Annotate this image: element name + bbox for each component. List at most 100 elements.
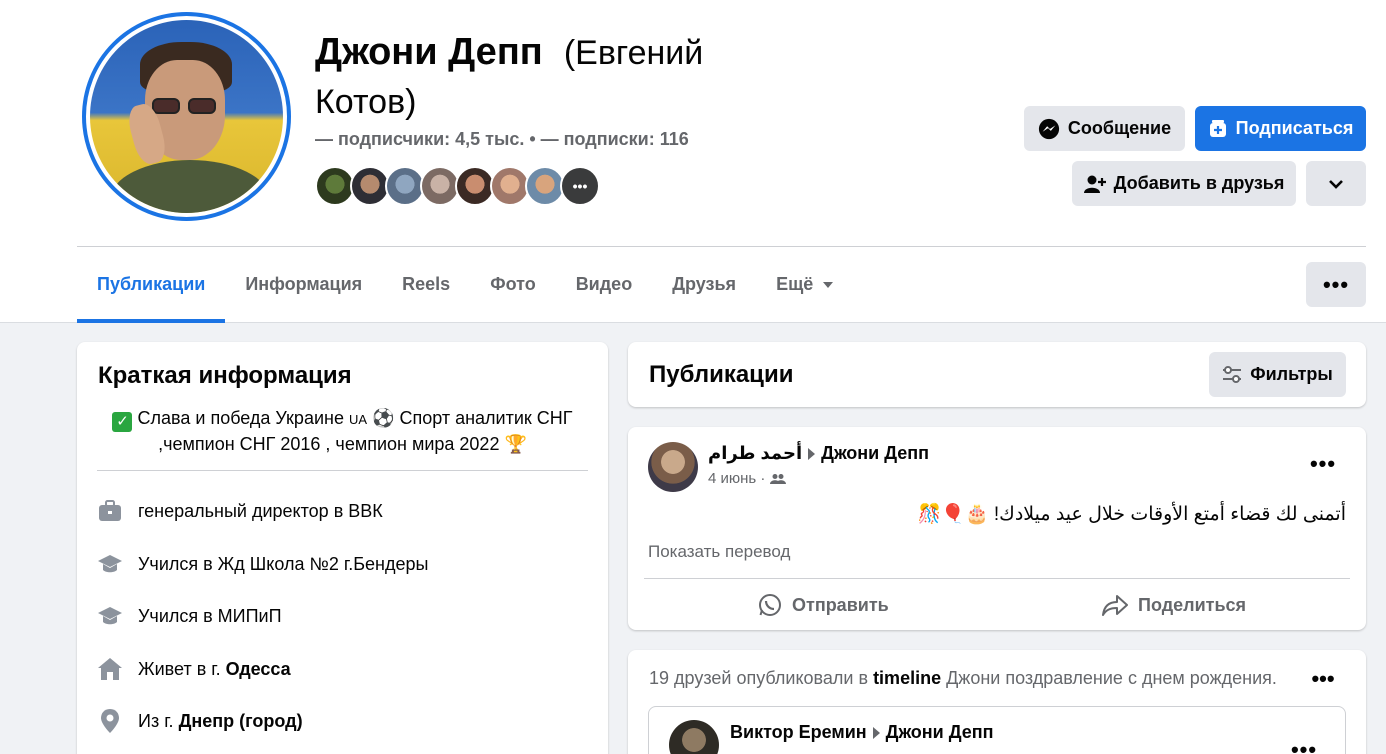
tab-friends[interactable]: Друзья xyxy=(652,247,756,322)
tab-label: Информация xyxy=(245,274,363,294)
tab-label: Reels xyxy=(402,274,451,294)
graduation-cap-icon xyxy=(97,551,123,577)
summary-suffix: Джони поздравление с днем рождения. xyxy=(941,668,1277,688)
bio-text-1b: ⚽ Спорт аналитик СНГ xyxy=(367,408,573,428)
briefcase-icon xyxy=(97,498,123,524)
add-friend-button[interactable]: Добавить в друзья xyxy=(1072,161,1296,206)
share-button-label: Поделиться xyxy=(1138,594,1247,615)
info-item-university: Учился в МИПиП xyxy=(97,601,282,631)
ellipsis-icon: ••• xyxy=(1322,271,1350,297)
subscribe-button[interactable]: Подписаться xyxy=(1195,106,1366,151)
intro-card: Краткая информация ✓ Слава и победа Укра… xyxy=(77,342,608,754)
info-item-text: генеральный директор в ВВК xyxy=(138,500,383,521)
caret-down-icon xyxy=(823,281,834,288)
show-translation-link[interactable]: Показать перевод xyxy=(648,542,790,562)
friends-audience-icon xyxy=(769,473,786,484)
friend-avatar[interactable] xyxy=(455,166,495,206)
post-author-name[interactable]: أحمد طرام xyxy=(708,443,802,464)
info-item-text: Учился в МИПиП xyxy=(138,605,282,626)
birthday-posts-card: 19 друзей опубликовали в timeline Джони … xyxy=(628,650,1366,754)
friend-avatars: ••• xyxy=(315,166,600,206)
bio-text-1: Слава и победа Украине xyxy=(137,408,349,428)
tab-more[interactable]: Ещё xyxy=(756,247,853,322)
info-item-lives-in: Живет в г. Одесса xyxy=(97,654,291,684)
tab-publications[interactable]: Публикации xyxy=(77,247,226,323)
friend-avatar[interactable] xyxy=(350,166,390,206)
friend-avatar[interactable] xyxy=(385,166,425,206)
post-date[interactable]: 4 июнь xyxy=(708,470,756,487)
info-item-text: Из г. xyxy=(138,710,174,731)
info-item-link[interactable]: Днепр (город) xyxy=(179,711,303,732)
more-options-button[interactable]: ••• xyxy=(1306,262,1366,307)
share-button[interactable]: Поделиться xyxy=(1102,587,1246,623)
post-meta: 4 июнь · xyxy=(708,470,786,487)
add-friend-button-label: Добавить в друзья xyxy=(1113,173,1285,193)
author-avatar[interactable] xyxy=(648,442,698,492)
share-arrow-icon xyxy=(1102,595,1128,616)
tab-label: Фото xyxy=(490,274,536,294)
info-item-text: Учился в Жд Школа №2 г.Бендеры xyxy=(138,553,429,574)
friend-avatar[interactable] xyxy=(490,166,530,206)
message-button-label: Сообщение xyxy=(1067,118,1172,138)
tab-label: Друзья xyxy=(672,274,737,294)
whatsapp-icon xyxy=(759,594,781,616)
timeline-link[interactable]: timeline xyxy=(873,668,941,688)
post-target-name[interactable]: Джони Депп xyxy=(821,443,929,464)
message-button[interactable]: Сообщение xyxy=(1024,106,1185,151)
filters-button[interactable]: Фильтры xyxy=(1209,352,1346,397)
send-button[interactable]: Отправить xyxy=(758,587,889,623)
info-item-text: Живет в г. xyxy=(138,658,221,679)
profile-name: Джони Депп (Евгений Котов) xyxy=(315,28,795,126)
chevron-down-icon xyxy=(1329,179,1343,189)
info-item-link[interactable]: Одесса xyxy=(226,659,291,680)
friend-avatar[interactable] xyxy=(420,166,460,206)
graduation-cap-icon xyxy=(97,603,123,629)
friend-avatar[interactable] xyxy=(315,166,355,206)
messenger-icon xyxy=(1038,118,1059,139)
profile-photo xyxy=(90,20,283,213)
intro-bio: ✓ Слава и победа Украине UA ⚽ Спорт анал… xyxy=(97,406,588,457)
post-target-name[interactable]: Джони Депп xyxy=(886,722,994,743)
card-options-icon[interactable]: ••• xyxy=(1303,664,1343,694)
bio-text-2: ,чемпион СНГ 2016 , чемпион мира 2022 🏆 xyxy=(158,434,527,454)
tab-reels[interactable]: Reels xyxy=(382,247,470,322)
post-card: أحمد طرام Джони Депп 4 июнь · ••• أتمنى … xyxy=(628,427,1366,630)
info-item-from: Из г. Днепр (город) xyxy=(97,706,303,736)
summary-prefix: 19 друзей опубликовали в xyxy=(649,668,874,688)
publications-title: Публикации xyxy=(649,361,794,388)
info-item-work: генеральный директор в ВВК xyxy=(97,496,383,526)
follower-stats[interactable]: — подписчики: 4,5 тыс. • — подписки: 116 xyxy=(315,129,689,150)
check-mark-icon: ✓ xyxy=(112,412,133,432)
tab-label: Ещё xyxy=(776,274,814,294)
intro-title: Краткая информация xyxy=(98,362,352,389)
tab-videos[interactable]: Видео xyxy=(556,247,653,322)
location-pin-icon xyxy=(97,708,123,734)
post-text: أتمنى لك قضاء أمتع الأوقات خلال عيد ميلا… xyxy=(917,504,1346,525)
nested-post: Виктор Еремин Джони Депп ••• xyxy=(648,706,1346,754)
post-options-icon[interactable]: ••• xyxy=(1284,735,1324,754)
profile-avatar[interactable] xyxy=(82,12,291,221)
send-button-label: Отправить xyxy=(792,594,889,615)
more-friends-icon[interactable]: ••• xyxy=(560,166,600,206)
filter-sliders-icon xyxy=(1223,365,1242,383)
tab-label: Публикации xyxy=(97,274,206,294)
ukraine-flag-icon: UA xyxy=(348,412,368,427)
post-options-icon[interactable]: ••• xyxy=(1303,449,1343,479)
profile-tabs: Публикации Информация Reels Фото Видео Д… xyxy=(77,247,853,323)
arrow-right-icon xyxy=(808,447,816,460)
subscribe-icon xyxy=(1209,119,1226,137)
tab-photos[interactable]: Фото xyxy=(470,247,555,322)
post-author-name[interactable]: Виктор Еремин xyxy=(730,722,867,743)
post-divider xyxy=(644,578,1350,579)
filters-button-label: Фильтры xyxy=(1250,364,1333,384)
profile-options-dropdown[interactable] xyxy=(1306,161,1366,206)
birthday-posts-summary: 19 друзей опубликовали в timeline Джони … xyxy=(649,668,1277,689)
info-item-school: Учился в Жд Школа №2 г.Бендеры xyxy=(97,549,428,579)
tab-label: Видео xyxy=(575,274,633,294)
tab-information[interactable]: Информация xyxy=(225,247,382,322)
friend-avatar[interactable] xyxy=(525,166,565,206)
subscribe-button-label: Подписаться xyxy=(1235,118,1354,138)
add-friend-icon xyxy=(1083,175,1106,193)
post-author-line: Виктор Еремин Джони Депп xyxy=(730,722,994,743)
author-avatar[interactable] xyxy=(669,720,719,754)
